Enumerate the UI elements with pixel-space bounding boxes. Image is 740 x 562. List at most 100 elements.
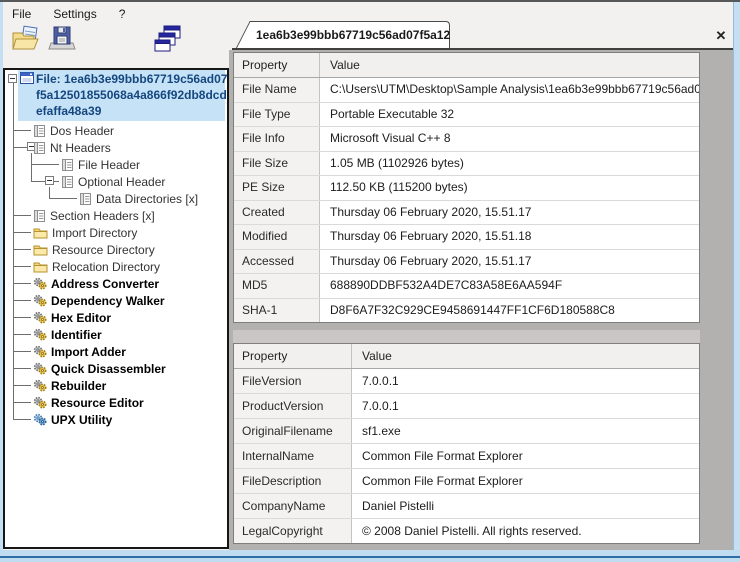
save-button[interactable] bbox=[44, 26, 80, 56]
value-column-header[interactable]: Value bbox=[352, 344, 699, 368]
tree-item-import-directory[interactable]: Import Directory bbox=[33, 224, 137, 241]
property-cell: OriginalFilename bbox=[234, 419, 352, 443]
root-collapse-toggle[interactable] bbox=[8, 74, 17, 83]
tree-item-import-adder[interactable]: Import Adder bbox=[33, 343, 126, 360]
property-cell: File Name bbox=[234, 78, 320, 102]
tools-icon bbox=[33, 379, 47, 392]
tab-close-icon[interactable]: ✕ bbox=[712, 27, 730, 45]
table-row[interactable]: CompanyNameDaniel Pistelli bbox=[234, 494, 699, 519]
table-row[interactable]: OriginalFilenamesf1.exe bbox=[234, 419, 699, 444]
tree-item-label: Import Adder bbox=[51, 345, 126, 359]
file-properties-table: PropertyValueFile NameC:\Users\UTM\Deskt… bbox=[233, 52, 700, 323]
tree-item-label: Address Converter bbox=[51, 277, 159, 291]
open-button[interactable] bbox=[8, 26, 44, 56]
tree-item-label: Quick Disassembler bbox=[51, 362, 166, 376]
tree-item-label: Dos Header bbox=[50, 124, 114, 138]
property-column-header[interactable]: Property bbox=[234, 53, 320, 77]
version-info-table: PropertyValueFileVersion7.0.0.1ProductVe… bbox=[233, 343, 700, 544]
save-icon bbox=[47, 25, 77, 58]
tree-connector-line bbox=[49, 198, 77, 199]
menu-file[interactable]: File bbox=[3, 4, 40, 24]
tree-connector-line bbox=[13, 368, 31, 369]
tree-item-file-header[interactable]: File Header bbox=[61, 156, 140, 173]
tree-item-optional-header[interactable]: Optional Header bbox=[61, 173, 165, 190]
table-row[interactable]: SHA-1D8F6A7F32C929CE9458691447FF1CF6D180… bbox=[234, 299, 699, 324]
tree-item-dependency-walker[interactable]: Dependency Walker bbox=[33, 292, 165, 309]
property-cell: ProductVersion bbox=[234, 394, 352, 418]
tree-item-resource-directory[interactable]: Resource Directory bbox=[33, 241, 155, 258]
active-tab[interactable]: 1ea6b3e99bbb67719c56ad07f5a12 bbox=[250, 21, 450, 48]
tree-item-identifier[interactable]: Identifier bbox=[33, 326, 102, 343]
table-row[interactable]: File Size1.05 MB (1102926 bytes) bbox=[234, 152, 699, 177]
tree-item-hex-editor[interactable]: Hex Editor bbox=[33, 309, 111, 326]
table-row[interactable]: ProductVersion7.0.0.1 bbox=[234, 394, 699, 419]
property-cell: File Type bbox=[234, 103, 320, 127]
collapse-toggle[interactable] bbox=[45, 176, 54, 185]
tree-item-label: Dependency Walker bbox=[51, 294, 165, 308]
cascade-windows-button[interactable] bbox=[150, 26, 186, 56]
value-cell: Thursday 06 February 2020, 15.51.18 bbox=[320, 225, 699, 249]
tree-item-address-converter[interactable]: Address Converter bbox=[33, 275, 159, 292]
window-right-border bbox=[733, 2, 740, 562]
tree-connector-line bbox=[13, 130, 31, 131]
tree-item-upx-utility[interactable]: UPX Utility bbox=[33, 411, 112, 428]
property-column-header[interactable]: Property bbox=[234, 344, 352, 368]
property-cell: LegalCopyright bbox=[234, 519, 352, 543]
tree-root-file-node[interactable]: File: 1ea6b3e99bbb67719c56ad07f5a1250185… bbox=[36, 71, 227, 119]
table-row[interactable]: File InfoMicrosoft Visual C++ 8 bbox=[234, 127, 699, 152]
report-icon bbox=[33, 141, 46, 155]
cascade-windows-icon bbox=[153, 24, 183, 59]
table-row[interactable]: InternalNameCommon File Format Explorer bbox=[234, 444, 699, 469]
menu-help[interactable]: ? bbox=[110, 4, 135, 24]
property-cell: File Size bbox=[234, 152, 320, 176]
tree-item-label: Hex Editor bbox=[51, 311, 111, 325]
tree-item-label: Identifier bbox=[51, 328, 102, 342]
tree-item-nt-headers[interactable]: Nt Headers bbox=[33, 139, 111, 156]
tree-item-label: Nt Headers bbox=[50, 141, 111, 155]
tree-item-label: Rebuilder bbox=[51, 379, 106, 393]
tree-item-resource-editor[interactable]: Resource Editor bbox=[33, 394, 144, 411]
value-cell: 1.05 MB (1102926 bytes) bbox=[320, 152, 699, 176]
table-row[interactable]: MD5688890DDBF532A4DE7C83A58E6AA594F bbox=[234, 274, 699, 299]
table-row[interactable]: ModifiedThursday 06 February 2020, 15.51… bbox=[234, 225, 699, 250]
tree-item-section-headers-x[interactable]: Section Headers [x] bbox=[33, 207, 155, 224]
tree-item-label: File Header bbox=[78, 158, 140, 172]
value-cell: Thursday 06 February 2020, 15.51.17 bbox=[320, 250, 699, 274]
table-row[interactable]: File NameC:\Users\UTM\Desktop\Sample Ana… bbox=[234, 78, 699, 103]
tools-icon bbox=[33, 277, 47, 290]
tree-item-relocation-directory[interactable]: Relocation Directory bbox=[33, 258, 160, 275]
table-row[interactable]: CreatedThursday 06 February 2020, 15.51.… bbox=[234, 201, 699, 226]
window-bottom-border bbox=[0, 550, 740, 562]
tree-connector-line bbox=[13, 215, 31, 216]
tree-item-dos-header[interactable]: Dos Header bbox=[33, 122, 114, 139]
tree-connector-line bbox=[13, 385, 31, 386]
tree-item-quick-disassembler[interactable]: Quick Disassembler bbox=[33, 360, 166, 377]
table-row[interactable]: FileVersion7.0.0.1 bbox=[234, 369, 699, 394]
value-cell: 112.50 KB (115200 bytes) bbox=[320, 176, 699, 200]
tree-item-label: UPX Utility bbox=[51, 413, 112, 427]
tree-item-rebuilder[interactable]: Rebuilder bbox=[33, 377, 106, 394]
tree-connector-line bbox=[13, 317, 31, 318]
tree-item-label: Import Directory bbox=[52, 226, 137, 240]
value-cell: Portable Executable 32 bbox=[320, 103, 699, 127]
property-cell: File Info bbox=[234, 127, 320, 151]
table-row[interactable]: AccessedThursday 06 February 2020, 15.51… bbox=[234, 250, 699, 275]
table-row[interactable]: PE Size112.50 KB (115200 bytes) bbox=[234, 176, 699, 201]
tree-connector-line bbox=[13, 419, 31, 420]
tree-connector-line bbox=[13, 300, 31, 301]
report-icon bbox=[33, 124, 46, 138]
tree-connector-line bbox=[13, 232, 31, 233]
table-row[interactable]: File TypePortable Executable 32 bbox=[234, 103, 699, 128]
window-bottom-accent-line bbox=[0, 556, 740, 558]
tools-icon bbox=[33, 362, 47, 375]
value-column-header[interactable]: Value bbox=[320, 53, 699, 77]
table-row[interactable]: FileDescriptionCommon File Format Explor… bbox=[234, 469, 699, 494]
table-splitter[interactable] bbox=[233, 330, 700, 343]
table-row[interactable]: LegalCopyright© 2008 Daniel Pistelli. Al… bbox=[234, 519, 699, 544]
value-cell: Common File Format Explorer bbox=[352, 469, 699, 493]
tree-item-data-directories-x[interactable]: Data Directories [x] bbox=[79, 190, 198, 207]
table-header-row: PropertyValue bbox=[234, 344, 699, 369]
tree-item-label: Relocation Directory bbox=[52, 260, 160, 274]
menu-settings[interactable]: Settings bbox=[44, 4, 105, 24]
property-cell: PE Size bbox=[234, 176, 320, 200]
